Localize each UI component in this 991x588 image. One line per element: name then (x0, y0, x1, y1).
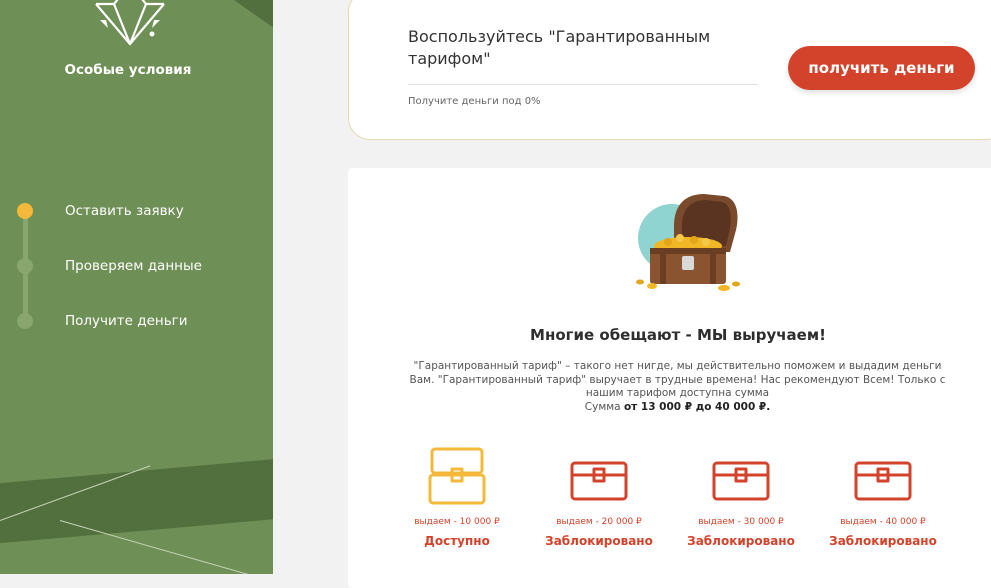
promo-title: Воспользуйтесь "Гарантированным тарифом" (408, 27, 711, 68)
description: "Гарантированный тариф" – такого нет ниг… (400, 360, 955, 414)
treasure-chest-illustration (636, 194, 740, 291)
tier-amount: выдаем - 20 000 ₽ (556, 517, 642, 527)
promo-divider (408, 84, 758, 85)
step-label-receive: Получите деньги (65, 313, 188, 329)
tier-amount: выдаем - 40 000 ₽ (840, 517, 926, 527)
sum-prefix: Сумма (584, 400, 621, 413)
tier-status: Заблокировано (545, 534, 653, 548)
tier-card[interactable]: выдаем - 10 000 ₽ Доступно (392, 445, 522, 548)
sidebar-decor-band (195, 0, 273, 42)
tier-status: Заблокировано (687, 534, 795, 548)
tier-status: Заблокировано (829, 534, 937, 548)
main-heading: Многие обещают - МЫ выручаем! (530, 326, 826, 344)
tier-card[interactable]: выдаем - 30 000 ₽ Заблокировано (676, 445, 806, 548)
chest-locked-icon (712, 461, 770, 501)
tier-card[interactable]: выдаем - 40 000 ₽ Заблокировано (818, 445, 948, 548)
tier-amount: выдаем - 30 000 ₽ (698, 517, 784, 527)
chest-locked-icon (570, 461, 628, 501)
sidebar: Особые условия Оставить заявку Проверяем… (0, 0, 273, 574)
tier-amount: выдаем - 10 000 ₽ (414, 517, 500, 527)
step-dot (17, 313, 33, 329)
tier-card[interactable]: выдаем - 20 000 ₽ Заблокировано (534, 445, 664, 548)
step-label-verify: Проверяем данные (65, 258, 202, 274)
sum-range: от 13 000 ₽ до 40 000 ₽. (623, 400, 771, 413)
step-dot-active (17, 203, 33, 219)
brand-label: Особые условия (64, 62, 192, 78)
diamond-icon (95, 0, 165, 46)
step-label-submit: Оставить заявку (65, 203, 184, 219)
promo-subtitle: Получите деньги под 0% (408, 96, 541, 107)
step-dot (17, 258, 33, 274)
description-text: "Гарантированный тариф" – такого нет ниг… (409, 360, 946, 399)
get-money-button[interactable]: получить деньги (788, 46, 975, 90)
chest-locked-icon (854, 461, 912, 501)
chest-unlocked-icon (428, 447, 486, 505)
tier-status: Доступно (424, 534, 490, 548)
